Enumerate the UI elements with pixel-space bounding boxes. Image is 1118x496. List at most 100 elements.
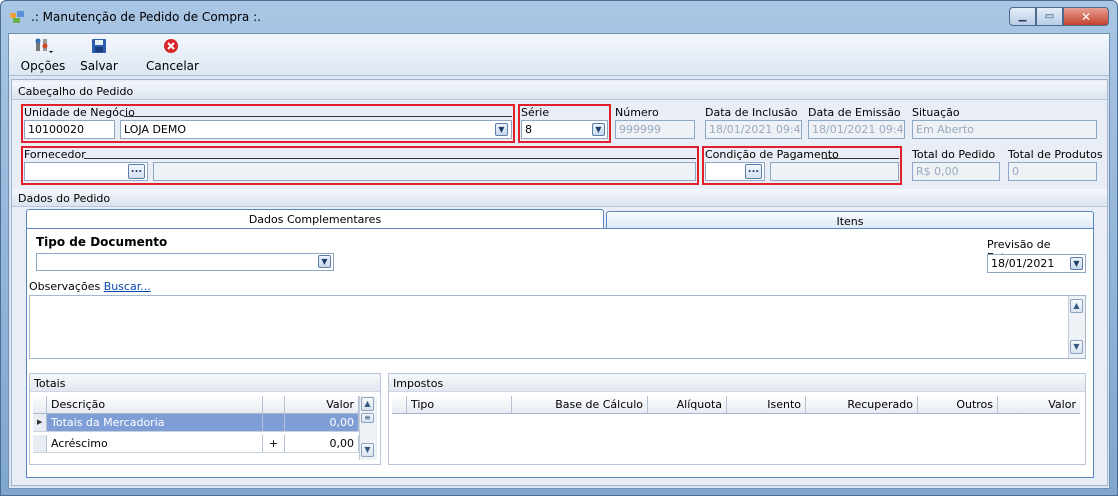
tab-dados-complementares[interactable]: Dados Complementares [26,209,604,229]
impostos-group: Impostos Tipo Base de Cálculo Alíquota I… [388,373,1086,465]
form-panel: Cabeçalho do Pedido Unidade de Negócio 1… [11,79,1108,486]
scroll-down-icon[interactable]: ▼ [1070,340,1083,354]
serie-label: Série [521,106,550,119]
save-label: Salvar [80,59,118,73]
row-sinal [263,414,285,431]
col-sinal[interactable] [263,396,285,413]
row-header-corner [392,396,407,413]
serie-value: 8 [525,123,532,136]
cancel-button[interactable]: Cancelar [146,37,199,73]
tab-itens[interactable]: Itens [606,211,1094,229]
observacoes-textarea[interactable] [29,295,1086,359]
row-valor: 0,00 [285,414,359,431]
situacao-field: Em Aberto [912,120,1097,139]
totais-scrollbar[interactable]: ▲ ≡ ▼ [359,396,377,460]
numero-field: 999999 [615,120,695,139]
client-area: Opções Salvar Cancelar Cabeçalho do Pedi… [8,33,1110,489]
numero-label: Número [615,106,659,119]
tipo-documento-label: Tipo de Documento [36,235,168,249]
unidade-dropdown-icon[interactable]: ▼ [495,123,508,136]
tipo-documento-select[interactable] [36,253,334,271]
observacoes-scrollbar[interactable]: ▲ ▼ [1068,296,1085,358]
col-valor[interactable]: Valor [285,396,359,413]
row-descricao: Totais da Mercadoria [47,414,263,431]
condicao-lookup-button[interactable]: ... [745,164,762,179]
fornecedor-label: Fornecedor [24,148,86,161]
buscar-link[interactable]: Buscar... [104,280,151,293]
header-section-title: Cabeçalho do Pedido [12,82,1107,100]
row-indicator [33,435,47,452]
options-button[interactable]: Opções [15,37,71,73]
options-icon [35,38,53,53]
emissao-label: Data de Emissão [808,106,901,119]
row-valor: 0,00 [285,435,359,452]
title-bar: .: Manutenção de Pedido de Compra :. ▁ ▭… [1,1,1117,33]
total-produtos-label: Total de Produtos [1008,148,1103,161]
close-icon: ✕ [1080,9,1092,24]
col-descricao[interactable]: Descrição [47,396,263,413]
unidade-code-input[interactable]: 10100020 [24,120,115,139]
minimize-button[interactable]: ▁ [1009,7,1036,26]
close-button[interactable]: ✕ [1063,7,1109,26]
cancel-icon [164,39,178,53]
scroll-up-icon[interactable]: ▲ [1070,299,1083,313]
totais-grid-header: Descrição Valor [33,396,359,414]
total-pedido-label: Total do Pedido [912,148,996,161]
scroll-up-icon[interactable]: ▲ [361,397,374,411]
maximize-button[interactable]: ▭ [1036,7,1063,26]
condicao-name-field [770,162,899,181]
table-row[interactable]: Acréscimo + 0,00 [33,435,359,453]
emissao-field: 18/01/2021 09:49 [808,120,905,139]
condicao-label: Condição de Pagamento [705,148,839,161]
cancel-label: Cancelar [146,59,199,73]
unidade-name: LOJA DEMO [124,123,187,136]
situacao-label: Situação [912,106,960,119]
row-descricao: Acréscimo [47,435,263,452]
window-title: .: Manutenção de Pedido de Compra :. [31,10,261,24]
row-indicator-icon: ▶ [33,414,47,431]
previsao-value: 18/01/2021 [991,257,1055,270]
row-sinal: + [263,435,285,452]
fornecedor-lookup-button[interactable]: ... [128,164,145,179]
col-base-calculo[interactable]: Base de Cálculo [512,396,648,413]
tab-content: Tipo de Documento ▼ Previsão de Entrega … [26,228,1094,478]
inclusao-label: Data de Inclusão [705,106,798,119]
total-produtos-field: 0 [1008,162,1097,181]
inclusao-field: 18/01/2021 09:49 [705,120,802,139]
unidade-label-line [124,116,512,117]
observacoes-label: Observações [29,280,101,293]
observacoes-label-row: Observações Buscar... [29,280,151,293]
impostos-grid-header: Tipo Base de Cálculo Alíquota Isento Rec… [392,396,1080,414]
col-isento[interactable]: Isento [727,396,806,413]
save-icon [92,39,106,53]
scroll-down-icon[interactable]: ▼ [361,443,374,457]
col-valor[interactable]: Valor [998,396,1080,413]
dados-section-title: Dados do Pedido [12,189,1107,207]
previsao-calendar-icon[interactable]: ▼ [1070,257,1083,270]
col-outros[interactable]: Outros [918,396,998,413]
main-window: .: Manutenção de Pedido de Compra :. ▁ ▭… [0,0,1118,496]
minimize-icon: ▁ [1018,11,1027,22]
col-recuperado[interactable]: Recuperado [806,396,918,413]
app-icon [10,11,24,23]
unidade-select[interactable]: LOJA DEMO [120,120,512,139]
table-row[interactable]: ▶ Totais da Mercadoria 0,00 [33,414,359,432]
maximize-icon: ▭ [1044,11,1055,22]
totais-group: Totais Descrição Valor ▶ Totais da Merca… [29,373,381,465]
save-button[interactable]: Salvar [79,37,119,73]
col-tipo[interactable]: Tipo [407,396,512,413]
unidade-label: Unidade de Negócio [24,106,135,119]
fornecedor-label-line [84,158,696,159]
fornecedor-name-field [153,162,696,181]
tipo-documento-dropdown-icon[interactable]: ▼ [318,255,331,268]
serie-dropdown-icon[interactable]: ▼ [592,123,605,136]
options-label: Opções [20,59,66,73]
col-aliquota[interactable]: Alíquota [648,396,727,413]
impostos-title: Impostos [389,374,1085,392]
scroll-thumb[interactable]: ≡ [361,413,374,423]
toolbar: Opções Salvar Cancelar [9,34,1109,76]
condicao-label-line [822,158,899,159]
row-header-corner [33,396,47,413]
totais-title: Totais [30,374,380,392]
total-pedido-field: R$ 0,00 [912,162,1000,181]
